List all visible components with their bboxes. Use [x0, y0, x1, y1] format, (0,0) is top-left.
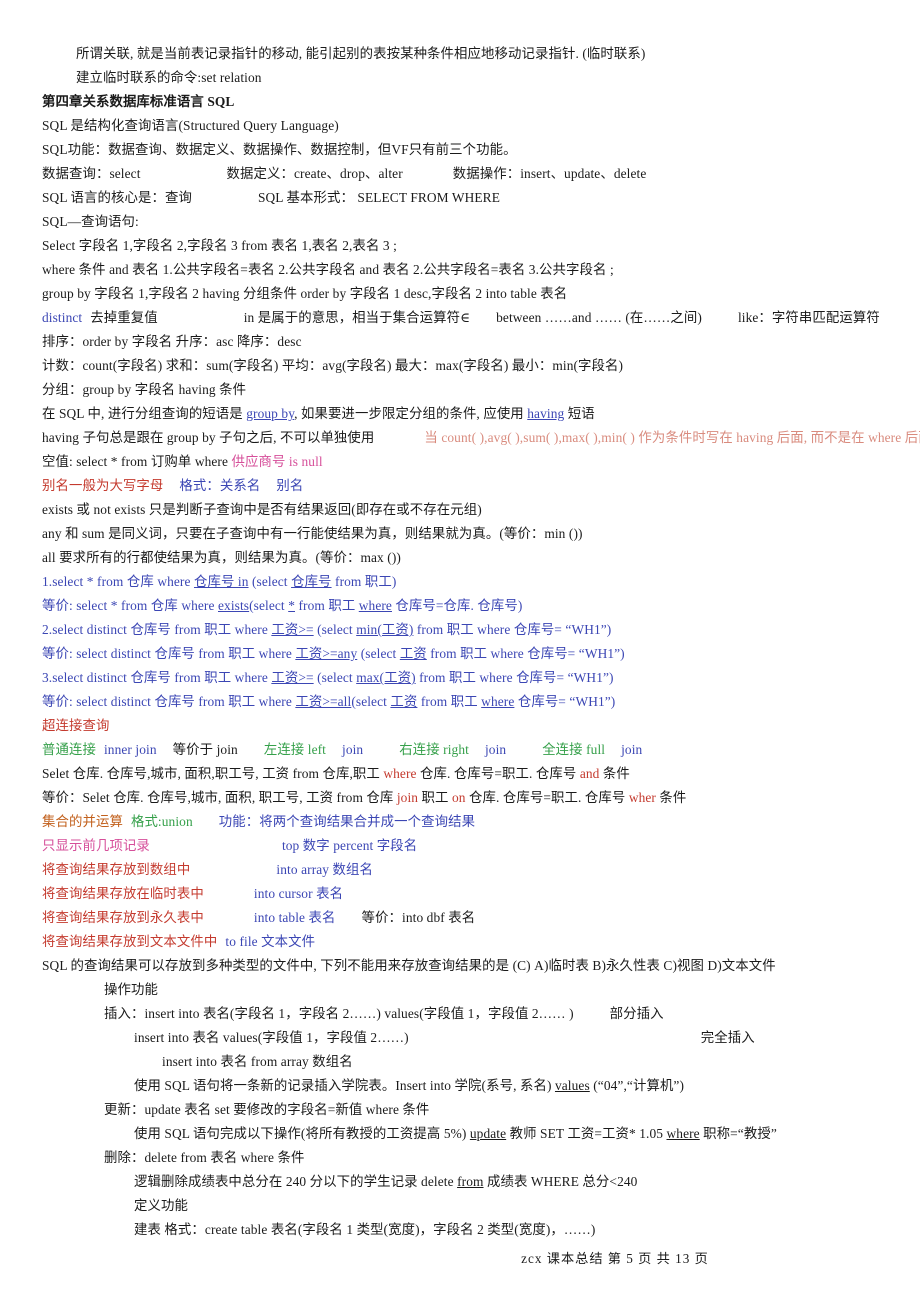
- text-line: 数据查询：select 数据定义：create、drop、alter 数据操作：in…: [42, 166, 647, 181]
- text-line: 插入：insert into 表名(字段名 1，字段名 2……) values(…: [104, 1006, 664, 1021]
- text-line: exists 或 not exists 只是判断子查询中是否有结果返回(即存在或…: [42, 502, 482, 517]
- text-line: 建表 格式：create table 表名(字段名 1 类型(宽度)，字段名 2…: [134, 1222, 596, 1237]
- text-line: 将查询结果存放到文本文件中 to file 文本文件: [42, 934, 316, 949]
- text-line: group by 字段名 1,字段名 2 having 分组条件 order b…: [42, 286, 568, 301]
- text-line: all 要求所有的行都使结果为真，则结果为真。(等价：max ()): [42, 550, 401, 565]
- text-line: 集合的并运算 格式:union 功能：将两个查询结果合并成一个查询结果: [42, 814, 476, 829]
- text-line: 所谓关联, 就是当前表记录指针的移动, 能引起别的表按某种条件相应地移动记录指针…: [76, 46, 646, 61]
- text-line: insert into 表名 from array 数组名: [162, 1054, 353, 1069]
- sql-example-line: 等价: select * from 仓库 where exists(select…: [42, 598, 523, 613]
- sql-example-line: Selet 仓库. 仓库号,城市, 面积,职工号, 工资 from 仓库,职工 …: [42, 766, 630, 781]
- sql-example-line: 等价：Selet 仓库. 仓库号,城市, 面积, 职工号, 工资 from 仓库…: [42, 790, 687, 805]
- text-line: any 和 sum 是同义词，只要在子查询中有一行能使结果为真，则结果就为真。(…: [42, 526, 583, 541]
- text-line: 操作功能: [104, 982, 158, 997]
- text-line: 定义功能: [134, 1198, 188, 1213]
- text-line: 空值: select * from 订购单 where 供应商号 is null: [42, 454, 323, 469]
- text-line: 将查询结果存放到永久表中 into table 表名 等价：into dbf 表名: [42, 910, 476, 925]
- text-line: 分组：group by 字段名 having 条件: [42, 382, 247, 397]
- text-line: distinct 去掉重复值 in 是属于的意思，相当于集合运算符∈ between …: [42, 310, 880, 325]
- section-heading: 第四章关系数据库标准语言 SQL: [42, 94, 235, 109]
- text-line: 更新：update 表名 set 要修改的字段名=新值 where 条件: [104, 1102, 430, 1117]
- text-line: 将查询结果存放在临时表中 into cursor 表名: [42, 886, 344, 901]
- text-line: 普通连接 inner join 等价于 join 左连接 left join 右连接 ri…: [42, 742, 643, 757]
- document-body: 所谓关联, 就是当前表记录指针的移动, 能引起别的表按某种条件相应地移动记录指针…: [42, 42, 920, 1242]
- text-line: 将查询结果存放到数组中 into array 数组名: [42, 862, 374, 877]
- footer-text: zcx 课本总结 第 5 页 共 13 页: [521, 1251, 709, 1266]
- text-line: SQL 语言的核心是：查询 SQL 基本形式： SELECT FROM WHERE: [42, 190, 500, 205]
- text-line: where 条件 and 表名 1.公共字段名=表名 2.公共字段名 and 表…: [42, 262, 614, 277]
- text-line: SQL 是结构化查询语言(Structured Query Language): [42, 118, 339, 133]
- text-line: 在 SQL 中, 进行分组查询的短语是 group by, 如果要进一步限定分组…: [42, 406, 595, 421]
- document-page: 所谓关联, 就是当前表记录指针的移动, 能引起别的表按某种条件相应地移动记录指针…: [0, 0, 920, 1302]
- text-line: SQL 的查询结果可以存放到多种类型的文件中, 下列不能用来存放查询结果的是 (…: [42, 958, 776, 973]
- text-line: insert into 表名 values(字段值 1，字段值 2……) 完全插入: [134, 1030, 755, 1045]
- sql-example-line: 等价: select distinct 仓库号 from 职工 where 工资…: [42, 646, 625, 661]
- sql-example-line: 等价: select distinct 仓库号 from 职工 where 工资…: [42, 694, 616, 709]
- text-line: 别名一般为大写字母 格式：关系名 别名: [42, 478, 304, 493]
- text-line: having 子句总是跟在 group by 子句之后, 不可以单独使用当 co…: [42, 430, 920, 445]
- text-line: Select 字段名 1,字段名 2,字段名 3 from 表名 1,表名 2,…: [42, 238, 397, 253]
- text-line: 排序：order by 字段名 升序：asc 降序：desc: [42, 334, 302, 349]
- text-line: SQL功能：数据查询、数据定义、数据操作、数据控制，但VF只有前三个功能。: [42, 142, 517, 157]
- text-line: 使用 SQL 语句完成以下操作(将所有教授的工资提高 5%) update 教师…: [134, 1126, 777, 1141]
- page-footer: zcx 课本总结 第 5 页 共 13 页: [0, 1248, 920, 1268]
- sql-example-line: 3.select distinct 仓库号 from 职工 where 工资>=…: [42, 670, 614, 685]
- text-line: SQL—查询语句:: [42, 214, 139, 229]
- text-line: 只显示前几项记录 top 数字 percent 字段名: [42, 838, 418, 853]
- subsection-heading: 超连接查询: [42, 718, 110, 733]
- text-line: 建立临时联系的命令:set relation: [76, 70, 262, 85]
- text-line: 计数：count(字段名) 求和：sum(字段名) 平均：avg(字段名) 最大…: [42, 358, 624, 373]
- text-line: 使用 SQL 语句将一条新的记录插入学院表。Insert into 学院(系号,…: [134, 1078, 685, 1093]
- sql-example-line: 2.select distinct 仓库号 from 职工 where 工资>=…: [42, 622, 612, 637]
- text-line: 逻辑删除成绩表中总分在 240 分以下的学生记录 delete from 成绩表…: [134, 1174, 638, 1189]
- text-line: 删除：delete from 表名 where 条件: [104, 1150, 305, 1165]
- sql-example-line: 1.select * from 仓库 where 仓库号 in (select …: [42, 574, 397, 589]
